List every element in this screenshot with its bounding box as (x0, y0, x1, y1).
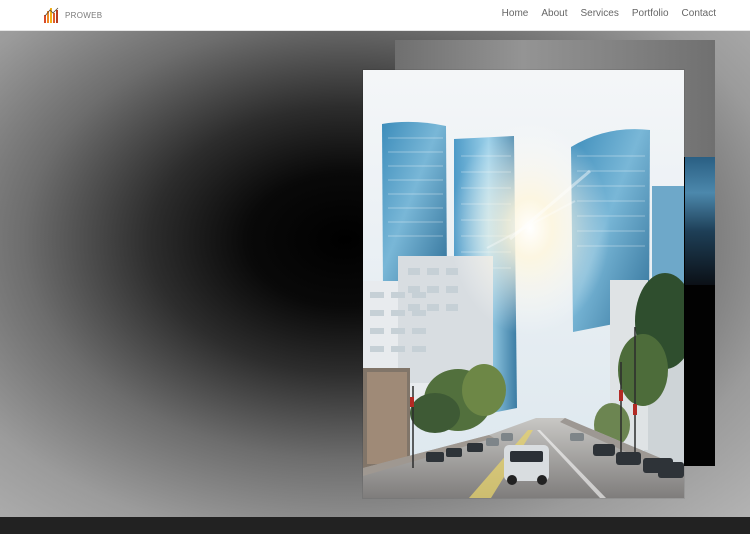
main-navigation: Home About Services Portfolio Contact (502, 8, 716, 20)
nav-contact-link[interactable]: Contact (682, 8, 716, 20)
skyscraper-strip-image (685, 157, 715, 285)
brand-logo[interactable]: PROWEB (43, 5, 102, 25)
nav-services-link[interactable]: Services (580, 8, 618, 20)
proweb-logo-icon (43, 6, 61, 24)
nav-home-link[interactable]: Home (502, 8, 529, 20)
nav-portfolio-link[interactable]: Portfolio (632, 8, 669, 20)
top-navigation-bar: PROWEB Home About Services Portfolio Con… (0, 0, 750, 31)
city-street-photo (363, 70, 684, 498)
brand-name: PROWEB (65, 10, 103, 20)
footer-band (0, 517, 750, 534)
hero-section (0, 31, 750, 517)
nav-about-link[interactable]: About (541, 8, 567, 20)
